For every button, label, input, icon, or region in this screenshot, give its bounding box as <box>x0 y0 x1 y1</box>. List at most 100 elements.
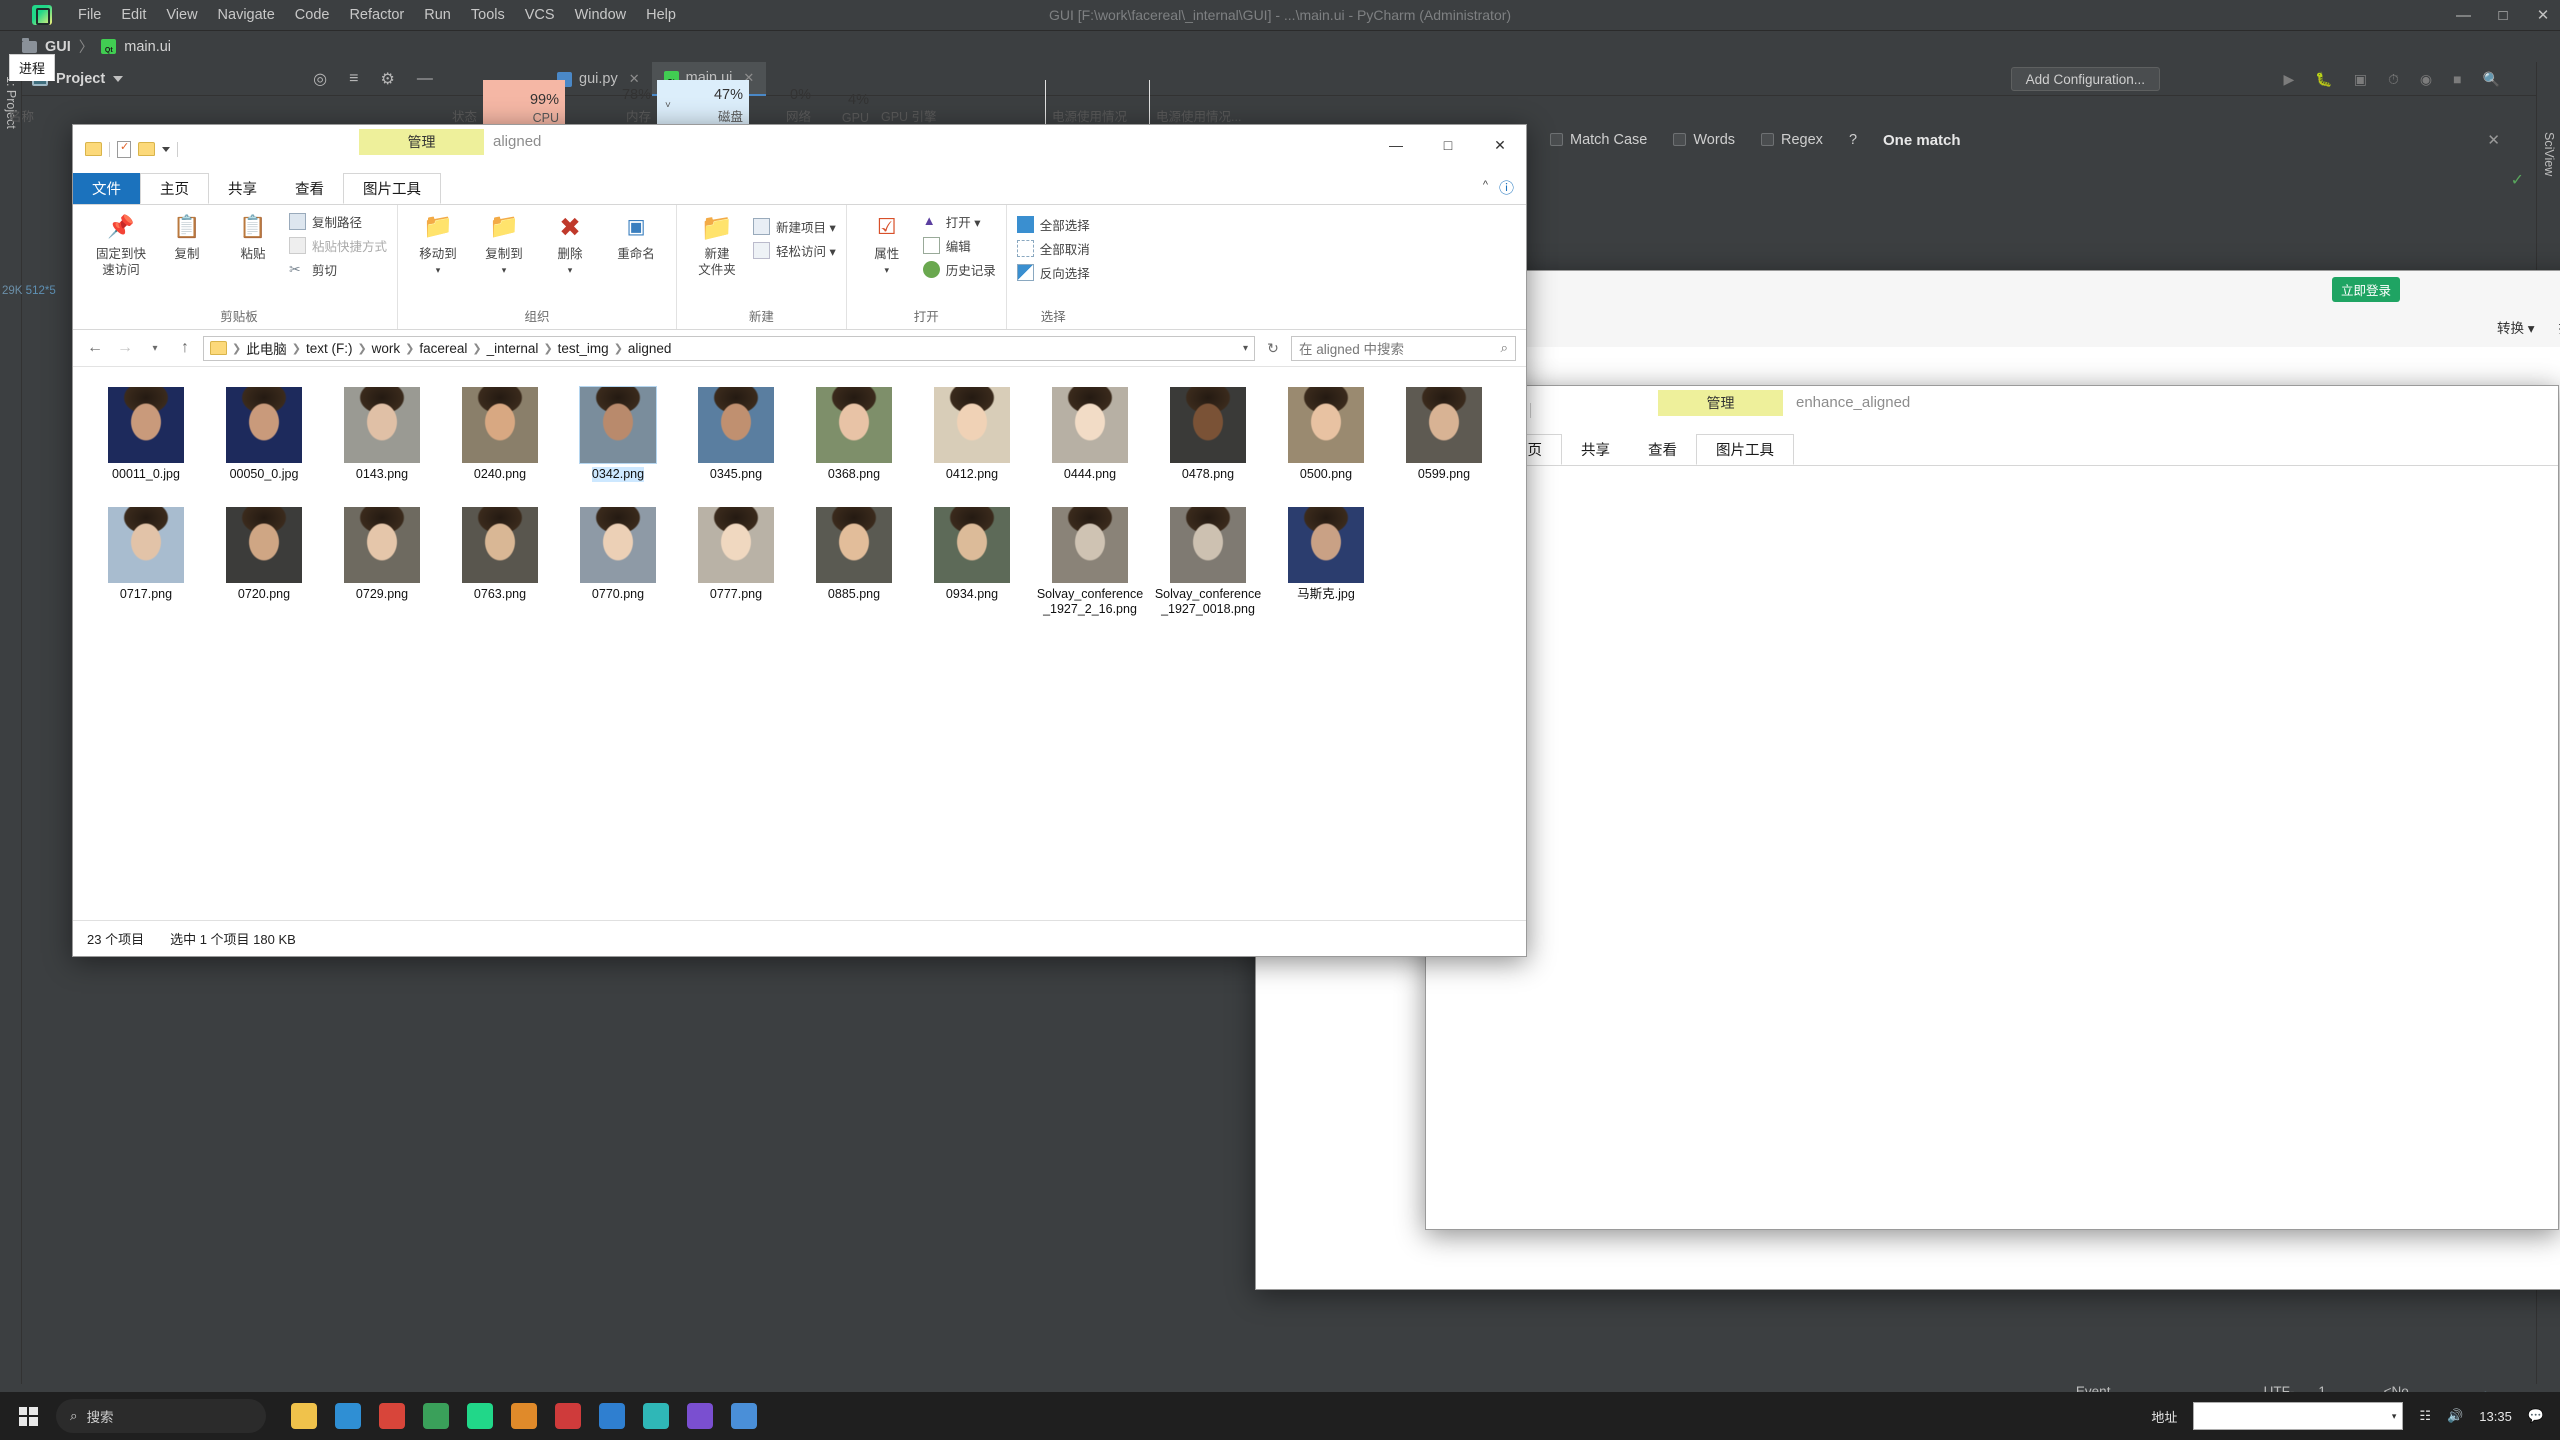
taskbar-app-photo-app[interactable] <box>722 1392 766 1440</box>
file-list-area[interactable]: 00011_0.jpg 00050_0.jpg 0143.png 0240.png 03… <box>73 367 1526 920</box>
maximize-icon[interactable]: □ <box>1422 125 1474 165</box>
taskbar-app-green-app[interactable] <box>414 1392 458 1440</box>
edit-button[interactable]: 编辑 <box>922 236 996 255</box>
run-icon[interactable]: ▶ <box>2284 71 2295 88</box>
crumb-3[interactable]: facereal <box>419 341 467 356</box>
crumb-6[interactable]: aligned <box>628 341 672 356</box>
file-item[interactable]: 0729.png <box>323 501 441 621</box>
file-item[interactable]: 0934.png <box>913 501 1031 621</box>
taskbar-app-teal-app[interactable] <box>634 1392 678 1440</box>
volume-icon[interactable]: 🔊 <box>2447 1408 2463 1424</box>
crumb-0[interactable]: 此电脑 <box>246 338 287 358</box>
new-item-button[interactable]: 新建项目 ▾ <box>753 217 836 236</box>
system-tray[interactable]: 地址 ▾ ☷ 🔊 13:35 💬 <box>2151 1392 2560 1440</box>
tab-file[interactable]: 文件 <box>73 173 140 204</box>
close-icon[interactable]: ✕ <box>2536 8 2550 23</box>
back-icon[interactable]: ← <box>83 336 107 360</box>
menu-item-window[interactable]: Window <box>575 7 627 23</box>
copy-button[interactable]: 📋 复制 <box>157 209 217 263</box>
up-icon[interactable]: ↑ <box>173 336 197 360</box>
match-case-checkbox[interactable]: Match Case <box>1550 132 1647 148</box>
crumb-2[interactable]: work <box>372 341 401 356</box>
file-item[interactable]: Solvay_conference_1927_2_16.png <box>1031 501 1149 621</box>
network-icon[interactable]: ☷ <box>2419 1408 2431 1424</box>
run-controls[interactable]: ▶ 🐛 ▣ ⏱ ◉ ■ 🔍 <box>2284 62 2501 96</box>
crumb-1[interactable]: text (F:) <box>306 341 353 356</box>
crumb-4[interactable]: _internal <box>487 341 539 356</box>
menu-item-help[interactable]: Help <box>646 7 676 23</box>
chevron-down-icon[interactable] <box>162 146 170 152</box>
regex-checkbox[interactable]: Regex <box>1761 132 1823 148</box>
cut-button[interactable]: ✂ 剪切 <box>289 260 387 279</box>
notifications-icon[interactable]: 💬 <box>2528 1408 2544 1424</box>
address-breadcrumb[interactable]: ❯ 此电脑 ❯ text (F:) ❯ work ❯ facereal ❯ _intern… <box>203 335 1255 361</box>
file-item[interactable]: 0478.png <box>1149 381 1267 501</box>
convert-button[interactable]: 转换 ▾ <box>2497 317 2535 337</box>
new-folder-button[interactable]: 📁 新建 文件夹 <box>687 209 747 278</box>
pin-to-quick-access-button[interactable]: 📌 固定到快 速访问 <box>91 209 151 278</box>
attach-icon[interactable]: ◉ <box>2420 71 2432 88</box>
forward-icon[interactable]: → <box>113 336 137 360</box>
menu-item-vcs[interactable]: VCS <box>525 7 555 23</box>
open-button[interactable]: ▲ 打开 ▾ <box>923 212 996 231</box>
tray-input-field[interactable]: ▾ <box>2193 1402 2404 1430</box>
move-to-button[interactable]: 📁 移动到 ▾ <box>408 209 468 276</box>
search-everywhere-icon[interactable]: 🔍 <box>2483 71 2500 88</box>
file-item[interactable]: 0143.png <box>323 381 441 501</box>
stop-icon[interactable]: ■ <box>2453 71 2461 87</box>
paste-shortcut-button[interactable]: 粘贴快捷方式 <box>289 236 387 255</box>
taskbar-app-blue-app[interactable] <box>590 1392 634 1440</box>
explorer2-tab-strip[interactable]: 文件 主页 共享 查看 图片工具 <box>1426 434 2558 466</box>
properties-icon[interactable] <box>117 140 131 158</box>
new-folder-icon[interactable] <box>138 142 155 156</box>
file-item[interactable]: 0770.png <box>559 501 677 621</box>
copy-to-button[interactable]: 📁 复制到 ▾ <box>474 209 534 276</box>
file-item[interactable]: 0368.png <box>795 381 913 501</box>
minimize-icon[interactable]: — <box>1370 125 1422 165</box>
rename-button[interactable]: ▣ 重命名 <box>606 209 666 263</box>
search-input[interactable]: 在 aligned 中搜索 ⌕ <box>1291 335 1516 361</box>
copy-path-button[interactable]: 复制路径 <box>289 212 387 231</box>
menu-item-tools[interactable]: Tools <box>471 7 505 23</box>
file-item[interactable]: 0777.png <box>677 501 795 621</box>
tab-home[interactable]: 主页 <box>140 173 209 204</box>
close-icon[interactable]: ✕ <box>1474 125 1526 165</box>
taskbar-app-red-app[interactable] <box>546 1392 590 1440</box>
folder-icon[interactable] <box>85 142 102 156</box>
taskbar-app-pycharm[interactable] <box>458 1392 502 1440</box>
minimize-icon[interactable]: — <box>2456 8 2471 23</box>
tab-processes[interactable]: 进程 <box>9 54 56 81</box>
file-item[interactable]: 0500.png <box>1267 381 1385 501</box>
menu-item-code[interactable]: Code <box>295 7 330 23</box>
select-all-button[interactable]: 全部选择 <box>1016 215 1090 234</box>
invert-selection-button[interactable]: 反向选择 <box>1016 263 1090 282</box>
taskbar-app-wps-office[interactable] <box>370 1392 414 1440</box>
file-item[interactable]: 0240.png <box>441 381 559 501</box>
sidebar-item-sciview[interactable]: SciView <box>2542 132 2556 176</box>
file-item[interactable]: 0717.png <box>87 501 205 621</box>
file-item[interactable]: 0345.png <box>677 381 795 501</box>
file-item[interactable]: 00050_0.jpg <box>205 381 323 501</box>
chevron-up-icon[interactable]: ^ <box>1483 179 1488 191</box>
regex-help-icon[interactable]: ? <box>1849 132 1857 148</box>
file-item[interactable]: 0885.png <box>795 501 913 621</box>
paste-button[interactable]: 📋 粘贴 <box>223 209 283 263</box>
tab-picture-tools[interactable]: 图片工具 <box>343 173 441 204</box>
close-find-icon[interactable]: ✕ <box>2487 131 2500 149</box>
recent-locations-icon[interactable]: ▾ <box>143 336 167 360</box>
menu-item-run[interactable]: Run <box>424 7 451 23</box>
taskbar-app-purple-app[interactable] <box>678 1392 722 1440</box>
file-item[interactable]: 0763.png <box>441 501 559 621</box>
file-item[interactable]: 0412.png <box>913 381 1031 501</box>
address-dropdown-icon[interactable]: ▾ <box>1243 343 1248 354</box>
taskbar-app-edge-browser[interactable] <box>326 1392 370 1440</box>
quick-access-toolbar[interactable] <box>85 140 178 158</box>
debug-icon[interactable]: 🐛 <box>2315 71 2332 88</box>
ide-window-controls[interactable]: — □ ✕ <box>2456 0 2550 31</box>
taskbar-app-orange-app[interactable] <box>502 1392 546 1440</box>
tab-picture-tools[interactable]: 图片工具 <box>1696 434 1794 465</box>
file-item[interactable]: Solvay_conference_1927_0018.png <box>1149 501 1267 621</box>
tab-share[interactable]: 共享 <box>209 173 276 204</box>
breadcrumb-project[interactable]: GUI <box>45 39 71 55</box>
menu-item-edit[interactable]: Edit <box>121 7 146 23</box>
